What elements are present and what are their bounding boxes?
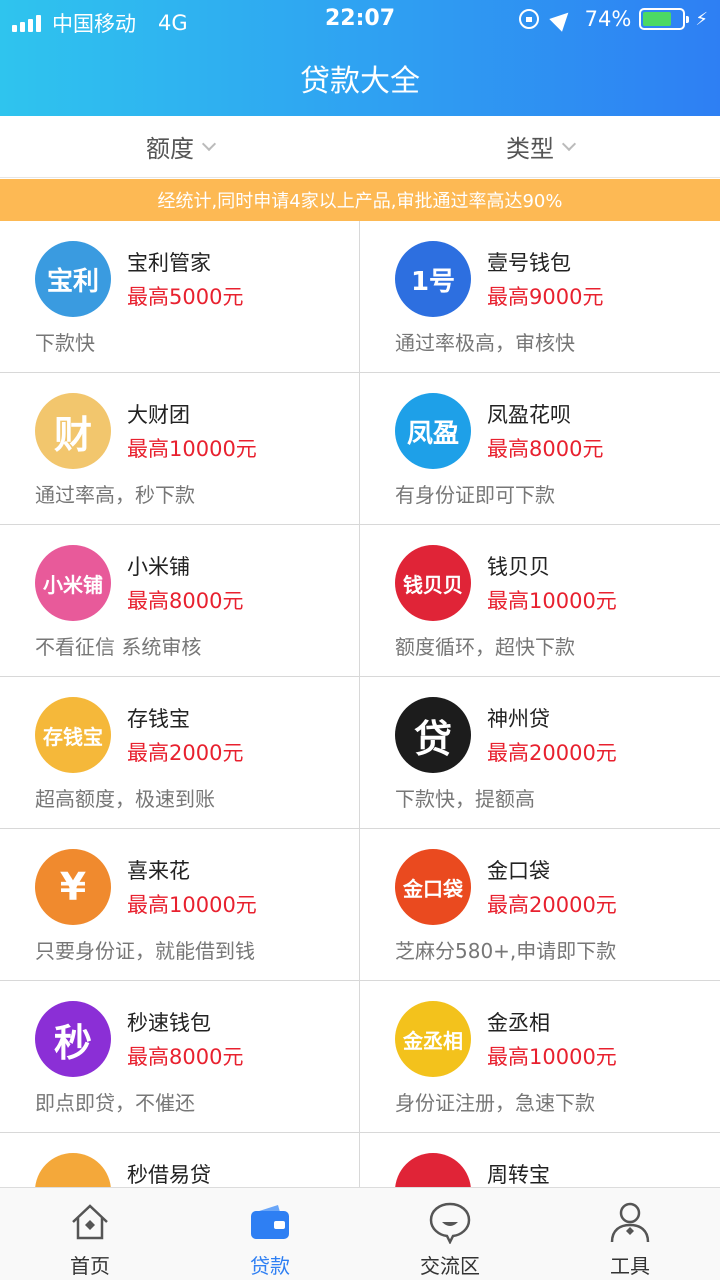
product-card[interactable]: 周转宝 [360,1133,720,1187]
product-name: 周转宝 [487,1163,550,1187]
tab-home-label: 首页 [70,1254,110,1278]
rotation-lock-icon [518,9,539,29]
product-card[interactable]: 宝利 宝利管家最高5000元下款快 [0,221,360,373]
location-icon [548,6,575,32]
product-card[interactable]: 存钱宝 存钱宝 最高2000元 超高额度，极速到账 [0,677,360,829]
tab-loans[interactable]: 贷款 [180,1188,360,1280]
product-logo-icon: ¥ [35,849,111,925]
status-bar: 中国移动 4G 22:07 74% ⚡ [0,0,720,40]
product-amount: 最高10000元 [487,1045,617,1069]
page-title: 贷款大全 [300,64,420,99]
battery-percent: 74% [584,7,632,31]
battery-icon [639,8,690,30]
product-amount: 最高5000元 [127,285,244,309]
product-logo-icon: 贷 [395,697,471,773]
product-desc: 只要身份证，就能借到钱 [35,939,255,963]
product-card[interactable]: 1号 壹号钱包最高9000元通过率极高，审核快 [360,221,720,373]
header: 中国移动 4G 22:07 74% ⚡ 贷款大全 [0,0,720,116]
product-name: 小米铺 [127,555,190,579]
product-logo-icon [395,1153,471,1187]
product-name: 大财团 [127,403,190,427]
charging-icon: ⚡ [695,8,708,30]
product-desc: 下款快，提额高 [395,787,535,811]
product-desc: 额度循环，超快下款 [395,635,575,659]
product-name: 凤盈花呗 [487,403,571,427]
product-card[interactable]: 财大财团最高10000元通过率高，秒下款 [0,373,360,525]
product-card[interactable]: 凤盈 凤盈花呗最高8000元有身份证即可下款 [360,373,720,525]
product-amount: 最高20000元 [487,741,617,765]
product-name: 壹号钱包 [487,251,571,275]
product-logo-icon: 存钱宝 [35,697,111,773]
product-desc: 芝麻分580+,申请即下款 [395,939,617,963]
product-name: 喜来花 [127,859,190,883]
product-logo-icon: 1号 [395,241,471,317]
product-desc: 身份证注册，急速下款 [395,1091,595,1115]
tab-loans-label: 贷款 [250,1254,290,1278]
product-logo-icon: 钱贝贝 [395,545,471,621]
product-amount: 最高2000元 [127,741,244,765]
product-card[interactable]: 秒秒速钱包最高8000元即点即贷，不催还 [0,981,360,1133]
product-desc: 有身份证即可下款 [395,483,555,507]
product-logo-icon: 凤盈 [395,393,471,469]
product-amount: 最高8000元 [127,589,244,613]
product-amount: 最高10000元 [127,893,257,917]
product-amount: 最高9000元 [487,285,604,309]
product-logo-icon: 秒 [35,1001,111,1077]
product-logo-icon: 财 [35,393,111,469]
tab-community-label: 交流区 [420,1254,480,1278]
chevron-down-icon [201,136,217,151]
product-desc: 通过率极高，审核快 [395,331,575,355]
product-name: 金丞相 [487,1011,550,1035]
product-logo-icon: 宝利 [35,241,111,317]
filter-amount[interactable]: 额度 [0,116,360,177]
product-name: 存钱宝 [127,707,190,731]
product-card[interactable]: ¥ 喜来花最高10000元只要身份证，就能借到钱 [0,829,360,981]
product-name: 秒速钱包 [127,1011,211,1035]
home-icon [72,1204,108,1240]
product-amount: 最高8000元 [487,437,604,461]
product-desc: 下款快 [35,331,95,355]
tab-community[interactable]: 交流区 [360,1188,540,1280]
chevron-down-icon [561,136,577,151]
product-amount: 最高8000元 [127,1045,244,1069]
product-name: 金口袋 [487,859,550,883]
product-card[interactable]: 秒借易贷 [0,1133,360,1187]
product-logo-icon: 金丞相 [395,1001,471,1077]
product-desc: 通过率高，秒下款 [35,483,195,507]
wallet-icon [251,1205,289,1239]
product-logo-icon: 金口袋 [395,849,471,925]
product-amount: 最高10000元 [127,437,257,461]
product-name: 钱贝贝 [487,555,550,579]
product-name: 秒借易贷 [127,1163,211,1187]
product-card[interactable]: 金丞相 金丞相 最高10000元 身份证注册，急速下款 [360,981,720,1133]
product-card[interactable]: 小米铺 小米铺 最高8000元 不看征信 系统审核 [0,525,360,677]
tab-bar: 首页 贷款 交流区 工具 [0,1187,720,1280]
chat-icon [429,1202,471,1244]
filter-type[interactable]: 类型 [360,116,720,177]
tab-tools-label: 工具 [610,1254,650,1278]
product-card[interactable]: 钱贝贝 钱贝贝 最高10000元 额度循环，超快下款 [360,525,720,677]
product-name: 宝利管家 [127,251,211,275]
filter-bar: 额度 类型 [0,116,720,178]
product-card[interactable]: 贷神州贷最高20000元下款快，提额高 [360,677,720,829]
user-icon [610,1202,650,1243]
product-desc: 不看征信 系统审核 [35,635,202,659]
product-amount: 最高20000元 [487,893,617,917]
product-logo-icon: 小米铺 [35,545,111,621]
product-desc: 超高额度，极速到账 [35,787,215,811]
filter-type-label: 类型 [506,135,554,163]
product-grid: 宝利 宝利管家 最高5000元 下款快 1号 壹号钱包 最高9000元 通过率极高，审核快财大… [0,221,720,1187]
product-logo-icon [35,1153,111,1187]
notice-banner: 经统计,同时申请4家以上产品,审批通过率高达90% [0,179,720,221]
filter-amount-label: 额度 [146,135,194,163]
product-desc: 即点即贷，不催还 [35,1091,195,1115]
product-name: 神州贷 [487,707,550,731]
tab-tools[interactable]: 工具 [540,1188,720,1280]
product-card[interactable]: 金口袋 金口袋 最高20000元 芝麻分580+,申请即下款 [360,829,720,981]
tab-home[interactable]: 首页 [0,1188,180,1280]
product-amount: 最高10000元 [487,589,617,613]
